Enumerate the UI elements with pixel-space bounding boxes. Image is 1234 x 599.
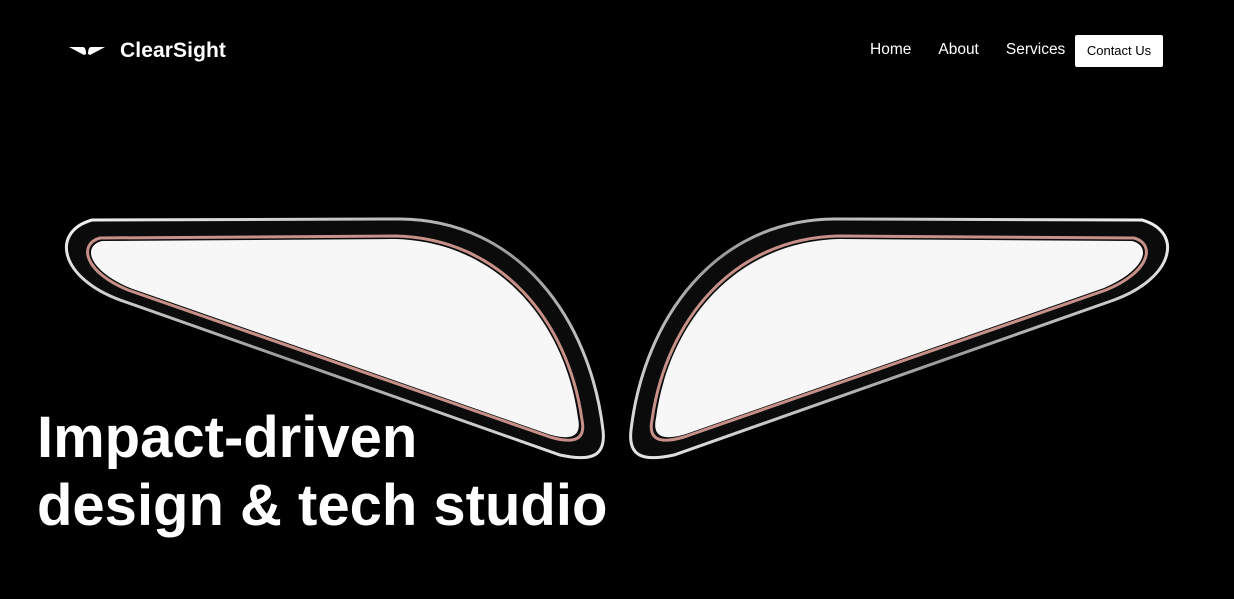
hero-heading-line-2: design & tech studio <box>37 473 608 538</box>
brand-home-link[interactable]: ClearSight <box>68 36 226 66</box>
top-navigation-bar: ClearSight Home About Services Contact U… <box>0 0 1234 100</box>
wing-logo-icon <box>69 47 105 55</box>
primary-nav: Home About Services <box>870 40 1065 60</box>
right-wing-shape <box>629 217 1169 460</box>
hero-heading: Impact-driven design & tech studio <box>37 404 607 540</box>
hero-heading-line-1: Impact-driven <box>37 405 418 470</box>
nav-link-home[interactable]: Home <box>870 40 911 60</box>
contact-us-button[interactable]: Contact Us <box>1075 35 1163 67</box>
nav-link-services[interactable]: Services <box>1006 40 1065 60</box>
nav-link-about[interactable]: About <box>938 40 979 60</box>
brand-name: ClearSight <box>120 39 227 62</box>
